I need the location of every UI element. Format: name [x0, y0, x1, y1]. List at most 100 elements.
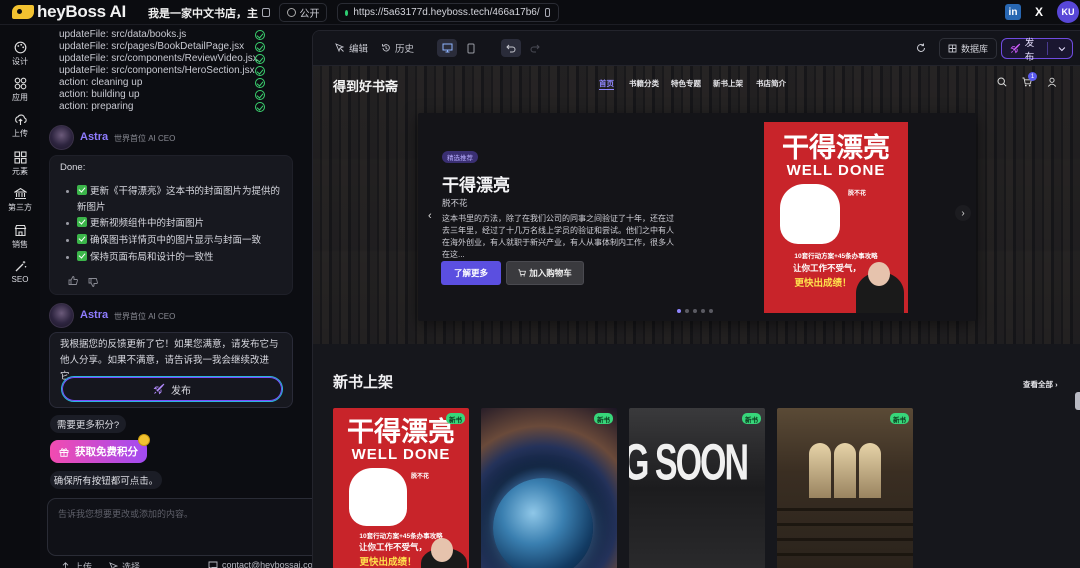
see-all-link[interactable]: 查看全部 › [1023, 379, 1058, 390]
slider-dot[interactable] [685, 309, 689, 313]
free-credits-button[interactable]: 获取免费积分 [50, 440, 147, 463]
chat-input[interactable] [58, 507, 308, 527]
coming-soon-text: G SOON [629, 434, 749, 492]
copy-url-icon[interactable] [544, 8, 550, 17]
slider-dot[interactable] [709, 309, 713, 313]
site-nav-categories[interactable]: 书籍分类 [629, 78, 659, 89]
chat-input-box [47, 498, 343, 556]
nav-seo-label: SEO [11, 275, 29, 284]
list-item-text: 更新《干得漂亮》这本书的封面图片为提供的新图片 [77, 186, 281, 213]
user-icon[interactable] [1047, 77, 1057, 87]
nav-sales[interactable]: 销售 [0, 224, 40, 250]
project-title[interactable]: 我是一家中文书店，主 [148, 5, 258, 21]
site-nav-about[interactable]: 书店简介 [756, 78, 786, 89]
upload-icon [61, 562, 70, 568]
slider-dot[interactable] [677, 309, 681, 313]
visibility-button[interactable]: 公开 [279, 3, 327, 22]
contact-link[interactable]: contact@heybossai.com [208, 560, 320, 568]
linkedin-icon[interactable]: in [1005, 4, 1021, 20]
list-item-text: 更新视频组件中的封面图片 [90, 218, 205, 229]
slider-prev-button[interactable]: ‹ [428, 210, 432, 222]
thumbs-down-icon[interactable] [88, 278, 98, 287]
toolbar-publish-label: 发布 [1024, 37, 1035, 63]
nav-upload[interactable]: 上传 [0, 113, 40, 139]
nav-design[interactable]: 设计 [0, 41, 40, 67]
check-mark-icon [77, 251, 87, 261]
new-badge: 新书 [594, 413, 613, 424]
chat-panel: updateFile: src/data/books.js updateFile… [40, 25, 343, 568]
add-to-cart-button[interactable]: 加入购物车 [506, 261, 584, 285]
book-card[interactable]: 新书 G SOON [629, 408, 765, 568]
history-label: 历史 [395, 44, 415, 55]
site-brand[interactable]: 得到好书斋 [333, 76, 398, 95]
redo-button[interactable] [525, 39, 545, 57]
cover-tagline: 10套行动方案+45条办事攻略 [794, 253, 878, 260]
agent-name: Astra [80, 131, 109, 143]
upload-action[interactable]: 上传 [61, 560, 92, 568]
nav-seo[interactable]: SEO [0, 260, 40, 284]
cover-author: 脱不花 [411, 474, 430, 480]
store-icon [14, 224, 26, 237]
log-line: updateFile: src/components/HeroSection.j… [59, 65, 255, 76]
agent-role: 世界首位 AI CEO [114, 312, 176, 321]
slider-dot[interactable] [701, 309, 705, 313]
publish-button[interactable]: 发布 [61, 376, 283, 402]
chevron-down-icon[interactable] [1058, 46, 1066, 52]
slider-dot[interactable] [693, 309, 697, 313]
list-item-text: 保持页面布局和设计的一致性 [90, 252, 214, 263]
url-bar[interactable]: https://5a63177d.heyboss.tech/466a17b6/ [337, 3, 559, 22]
x-icon[interactable]: X [1031, 4, 1047, 20]
cart-icon [518, 269, 527, 277]
cursor-select-icon [109, 562, 118, 568]
nav-third-party[interactable]: 第三方 [0, 187, 40, 213]
log-line: action: preparing [59, 101, 134, 112]
nav-elements-label: 元素 [12, 167, 28, 176]
message-intro: Done: [60, 162, 86, 173]
log-line: action: cleaning up [59, 77, 143, 88]
top-bar: heyBoss AI 我是一家中文书店，主 公开 https://5a63177… [0, 0, 1080, 25]
need-credits-pill[interactable]: 需要更多积分? [50, 415, 126, 433]
user-avatar[interactable]: KU [1057, 1, 1079, 23]
book-card[interactable]: 新书 干得漂亮 WELL DONE 脱不花 10套行动方案+45条办事攻略 让你… [333, 408, 469, 568]
message-bubble: 我根据您的反馈更新了它！如果您满意，请发布它与他人分享。如果不满意，请告诉我一我… [49, 332, 293, 408]
site-nav-home[interactable]: 首页 [599, 78, 614, 90]
nav-third-party-label: 第三方 [8, 203, 32, 212]
undo-button[interactable] [501, 39, 521, 57]
site-nav-new-books[interactable]: 新书上架 [713, 78, 743, 89]
copy-project-button[interactable] [257, 3, 274, 22]
list-item-text: 确保图书详情页中的图片显示与封面一致 [90, 235, 262, 246]
desktop-view-button[interactable] [437, 39, 457, 57]
logo-text: heyBoss AI [37, 2, 126, 21]
book-card[interactable]: 新书 [481, 408, 617, 568]
list-item: 保持页面布局和设计的一致性 [66, 250, 287, 266]
refresh-icon [917, 43, 925, 52]
agent-avatar [49, 303, 74, 328]
slider-next-button[interactable]: › [955, 205, 971, 221]
database-button[interactable]: 数据库 [939, 38, 997, 59]
learn-more-button[interactable]: 了解更多 [441, 261, 501, 285]
check-circle-icon [255, 90, 265, 100]
undo-icon [506, 44, 516, 52]
monitor-icon [442, 43, 452, 53]
history-button[interactable]: 历史 [381, 41, 414, 55]
scroll-handle[interactable] [1075, 392, 1080, 410]
agent-role: 世界首位 AI CEO [114, 134, 176, 143]
toolbar-publish-button[interactable]: 发布 [1001, 38, 1073, 63]
book-card[interactable]: 新书 [777, 408, 913, 568]
edit-button[interactable]: 编辑 [335, 41, 368, 55]
url-text[interactable]: https://5a63177d.heyboss.tech/466a17b6/ [353, 7, 539, 18]
refresh-button[interactable] [911, 39, 931, 57]
suggestion-chip[interactable]: 确保所有按钮都可点击。 [50, 471, 162, 489]
select-action[interactable]: 选择 [109, 560, 140, 568]
mobile-view-button[interactable] [461, 39, 481, 57]
heyboss-logo[interactable]: heyBoss AI [12, 2, 126, 21]
nav-apps[interactable]: 应用 [0, 77, 40, 103]
thumbs-up-icon[interactable] [68, 276, 78, 285]
search-icon[interactable] [997, 77, 1007, 87]
hero-book-cover[interactable]: 干得漂亮 WELL DONE 脱不花 10套行动方案+45条办事攻略 让你工作不… [764, 122, 908, 313]
hero-slider: 精选推荐 干得漂亮 脱不花 这本书里的方法，除了在我们公司的同事之间验证了十年，… [418, 113, 976, 321]
check-mark-icon [77, 234, 87, 244]
nav-elements[interactable]: 元素 [0, 151, 40, 177]
nav-upload-label: 上传 [12, 129, 28, 138]
site-nav-features[interactable]: 特色专题 [671, 78, 701, 89]
